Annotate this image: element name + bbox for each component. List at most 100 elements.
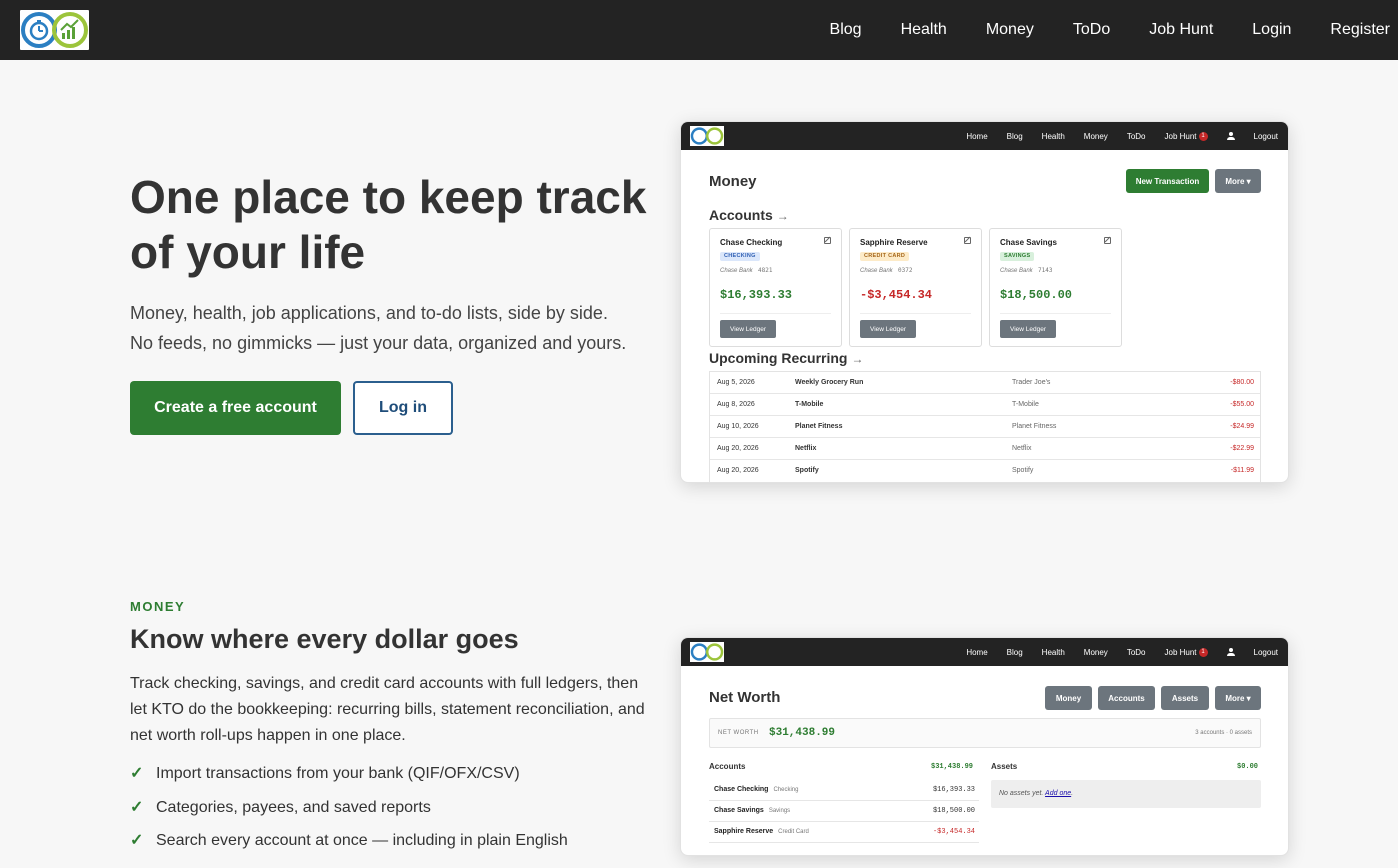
recurring-amount: -$80.00 (1230, 379, 1254, 386)
logo-icon[interactable] (20, 10, 89, 50)
accounts-column-heading: Accounts (709, 762, 746, 771)
preview-page-title: Money (709, 173, 757, 190)
assets-button: Assets (1161, 686, 1209, 710)
recurring-row: Aug 20, 2026 Netflix Netflix -$22.99 (710, 438, 1260, 460)
recurring-amount: -$22.99 (1230, 445, 1254, 452)
feature-text: Search every account at once — including… (156, 832, 568, 849)
create-account-button[interactable]: Create a free account (130, 381, 341, 435)
view-ledger-button: View Ledger (1000, 320, 1056, 338)
recurring-name: Weekly Grocery Run (795, 379, 864, 386)
account-card: Chase Savings SAVINGS Chase Bank 7143 $18,50… (989, 228, 1122, 347)
account-card: Chase Checking CHECKING Chase Bank 4821 $16,… (709, 228, 842, 347)
assets-column-heading: Assets (991, 762, 1018, 771)
account-type: Checking (773, 787, 799, 793)
preview-logo-icon (690, 642, 724, 662)
net-worth-summary: NET WORTH $31,438.99 3 accounts · 0 asse… (709, 718, 1261, 748)
account-last4: 0372 (898, 267, 913, 274)
top-nav: Blog Health Money ToDo Job Hunt Login Re… (0, 0, 1398, 60)
account-name: Chase Savings (1000, 238, 1057, 247)
card-divider (860, 313, 971, 314)
new-transaction-button: New Transaction (1126, 169, 1209, 193)
recurring-payee: Planet Fitness (1012, 423, 1057, 430)
nav-todo[interactable]: ToDo (1073, 21, 1110, 39)
recurring-date: Aug 20, 2026 (717, 445, 759, 452)
preview-page-title: Net Worth (709, 689, 781, 706)
feature-item: ✓ Search every account at once — includin… (130, 831, 568, 865)
net-worth-label: NET WORTH (718, 730, 759, 736)
recurring-row: Aug 8, 2026 T-Mobile T-Mobile -$55.00 (710, 394, 1260, 416)
hero-subtitle: Money, health, job applications, and to-… (130, 298, 670, 358)
recurring-row: Aug 20, 2026 Spotify Spotify -$11.99 (710, 460, 1260, 482)
preview-nav: Home Blog Health Money ToDo Job Hunt 1 Lo… (681, 638, 1288, 666)
preview-nav-todo: ToDo (1126, 131, 1146, 141)
nav-money[interactable]: Money (986, 21, 1034, 39)
feature-text: Categories, payees, and saved reports (156, 798, 431, 816)
account-last4: 7143 (1038, 267, 1053, 274)
nav-health[interactable]: Health (901, 21, 947, 39)
account-last4: 4821 (758, 267, 773, 274)
hero-subtitle-line2: No feeds, no gimmicks — just your data, … (130, 333, 627, 353)
account-name: Sapphire Reserve (714, 828, 774, 835)
edit-icon (964, 237, 971, 244)
preview-nav-money: Money (1083, 131, 1108, 141)
account-balance: $18,500.00 (932, 807, 975, 815)
main-nav: Blog Health Money ToDo Job Hunt Login Re… (791, 0, 1390, 60)
recurring-amount: -$24.99 (1230, 423, 1254, 430)
recurring-name: T-Mobile (795, 401, 824, 408)
account-balance: -$3,454.34 (932, 828, 975, 836)
hero-subtitle-line1: Money, health, job applications, and to-… (130, 303, 608, 323)
view-ledger-button: View Ledger (720, 320, 776, 338)
recurring-name: Planet Fitness (795, 423, 843, 430)
recurring-date: Aug 8, 2026 (717, 401, 755, 408)
add-asset-link: Add one (1045, 790, 1072, 797)
add-asset-suffix: . (1071, 790, 1074, 797)
feature-item: ✓ Import transactions from your bank (QIF… (130, 764, 568, 798)
account-type-badge: SAVINGS (1000, 252, 1035, 261)
nav-job-hunt[interactable]: Job Hunt (1149, 21, 1213, 39)
account-bank: Chase Bank (720, 268, 753, 274)
nav-register[interactable]: Register (1330, 21, 1390, 39)
feature-list: ✓ Import transactions from your bank (QIF… (130, 764, 568, 865)
account-type-badge: CHECKING (720, 252, 760, 261)
preview-nav-todo: ToDo (1126, 647, 1146, 657)
accounts-button: Accounts (1098, 686, 1155, 710)
networth-account-row: Sapphire Reserve Credit Card -$3,454.34 (709, 822, 979, 843)
preview-logo-icon (690, 126, 724, 146)
account-type: Credit Card (778, 829, 809, 835)
preview-nav-health: Health (1041, 131, 1065, 141)
recurring-name: Spotify (795, 467, 819, 474)
check-icon: ✓ (130, 765, 144, 782)
preview-nav-home: Home (966, 131, 988, 141)
recurring-row: Aug 10, 2026 Planet Fitness Planet Fitness… (710, 416, 1260, 438)
more-dropdown-button: More ▾ (1215, 169, 1261, 193)
nav-blog[interactable]: Blog (830, 21, 862, 39)
account-balance: $16,393.33 (932, 786, 975, 794)
view-ledger-button: View Ledger (860, 320, 916, 338)
net-worth-meta: 3 accounts · 0 assets (1195, 730, 1252, 736)
recurring-amount: -$11.99 (1230, 467, 1254, 474)
notification-badge: 1 (1198, 131, 1208, 141)
money-button: Money (1045, 686, 1092, 710)
recurring-payee: Netflix (1012, 445, 1032, 452)
preview-nav: Home Blog Health Money ToDo Job Hunt 1 Lo… (681, 122, 1288, 150)
check-icon: ✓ (130, 798, 144, 816)
nav-login[interactable]: Login (1252, 21, 1291, 39)
card-divider (1000, 313, 1111, 314)
arrow-right-icon: → (851, 352, 864, 366)
login-button[interactable]: Log in (353, 381, 453, 435)
preview-nav-job-hunt: Job Hunt 1 (1165, 647, 1208, 657)
check-icon: ✓ (130, 832, 144, 849)
preview-nav-health: Health (1041, 647, 1065, 657)
recurring-date: Aug 20, 2026 (717, 467, 759, 474)
recurring-name: Netflix (795, 445, 817, 452)
preview-nav-money: Money (1083, 647, 1108, 657)
notification-badge: 1 (1198, 647, 1208, 657)
account-type-badge: CREDIT CARD (860, 252, 910, 261)
account-type: Savings (768, 808, 791, 814)
preview-nav-blog: Blog (1006, 647, 1023, 657)
recurring-table: Aug 5, 2026 Weekly Grocery Run Trader Joe'… (709, 371, 1261, 482)
networth-preview-screenshot: Home Blog Health Money ToDo Job Hunt 1 Lo… (680, 637, 1289, 856)
user-icon (1226, 132, 1235, 140)
recurring-date: Aug 10, 2026 (717, 423, 759, 430)
preview-nav-logout: Logout (1253, 131, 1278, 141)
